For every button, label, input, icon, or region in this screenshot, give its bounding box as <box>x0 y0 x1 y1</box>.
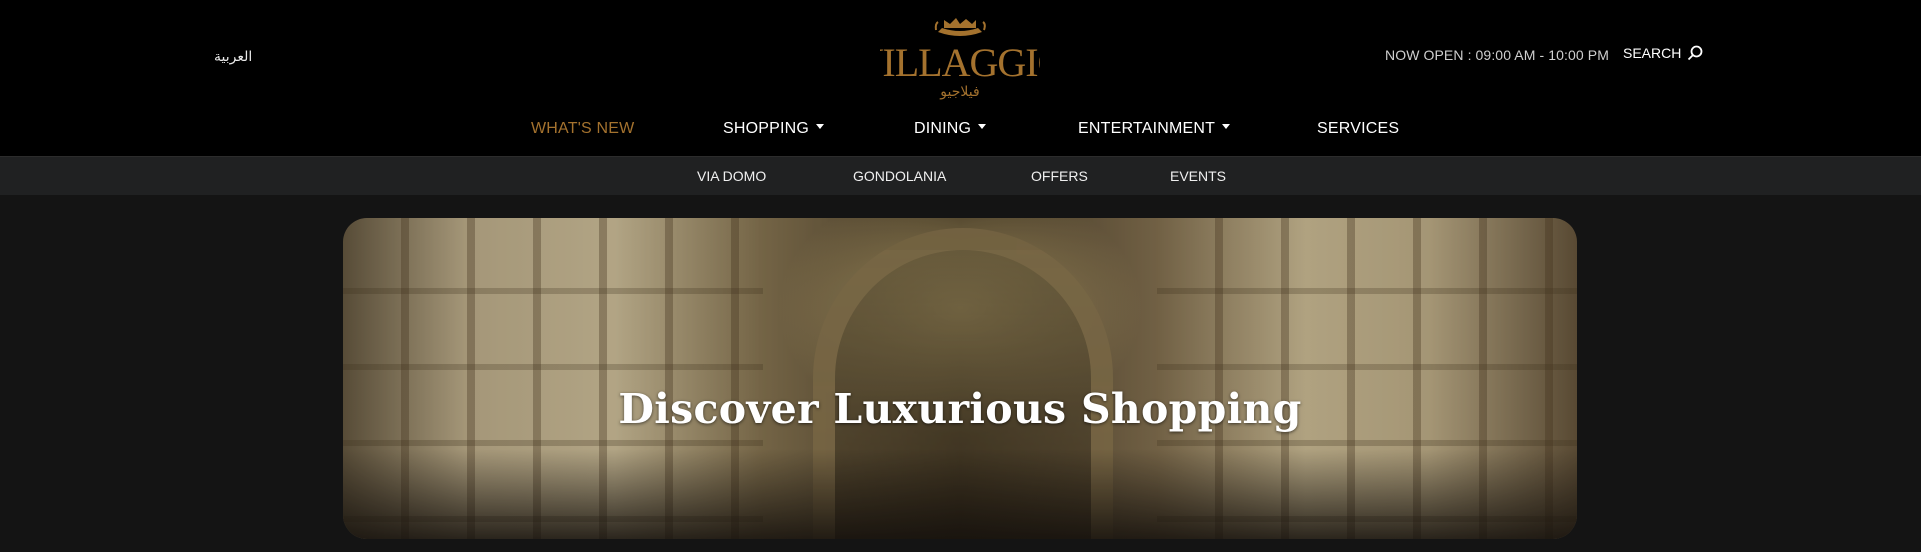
subnav-events[interactable]: EVENTS <box>1170 168 1226 184</box>
hero-overlay <box>343 218 1577 539</box>
logo-arabic-wordmark: فيلاجيو <box>939 84 979 100</box>
opening-hours: NOW OPEN : 09:00 AM - 10:00 PM <box>1385 47 1609 63</box>
nav-whats-new[interactable]: WHAT'S NEW <box>531 120 634 138</box>
nav-label: DINING <box>914 120 972 137</box>
nav-label: ENTERTAINMENT <box>1078 120 1216 137</box>
hero-banner[interactable]: Discover Luxurious Shopping <box>343 218 1577 539</box>
hero-title: Discover Luxurious Shopping <box>618 385 1302 434</box>
main-navigation: WHAT'S NEW SHOPPING DINING ENTERTAINMENT… <box>0 120 1921 142</box>
search-button[interactable]: SEARCH <box>1623 45 1703 61</box>
nav-dining[interactable]: DINING <box>914 120 987 138</box>
search-label: SEARCH <box>1623 45 1682 61</box>
top-header: العربية VILLAGGIO فيلاجيو NOW OPEN : 09:… <box>0 0 1921 156</box>
nav-shopping[interactable]: SHOPPING <box>723 120 825 138</box>
subnav-via-domo[interactable]: VIA DOMO <box>697 168 766 184</box>
subnav-gondolania[interactable]: GONDOLANIA <box>853 168 946 184</box>
villaggio-logo[interactable]: VILLAGGIO فيلاجيو <box>855 10 1067 102</box>
language-switch-link[interactable]: العربية <box>214 48 252 65</box>
search-icon <box>1687 45 1703 61</box>
nav-label: WHAT'S NEW <box>531 120 635 137</box>
chevron-down-icon <box>978 124 987 130</box>
nav-label: SERVICES <box>1317 120 1400 137</box>
chevron-down-icon <box>1222 124 1231 130</box>
subnav-offers[interactable]: OFFERS <box>1031 168 1088 184</box>
logo-wordmark: VILLAGGIO <box>880 40 1040 85</box>
nav-label: SHOPPING <box>723 120 810 137</box>
nav-services[interactable]: SERVICES <box>1317 120 1399 138</box>
nav-entertainment[interactable]: ENTERTAINMENT <box>1078 120 1231 138</box>
sub-navigation: VIA DOMO GONDOLANIA OFFERS EVENTS <box>0 156 1921 195</box>
chevron-down-icon <box>816 124 825 130</box>
